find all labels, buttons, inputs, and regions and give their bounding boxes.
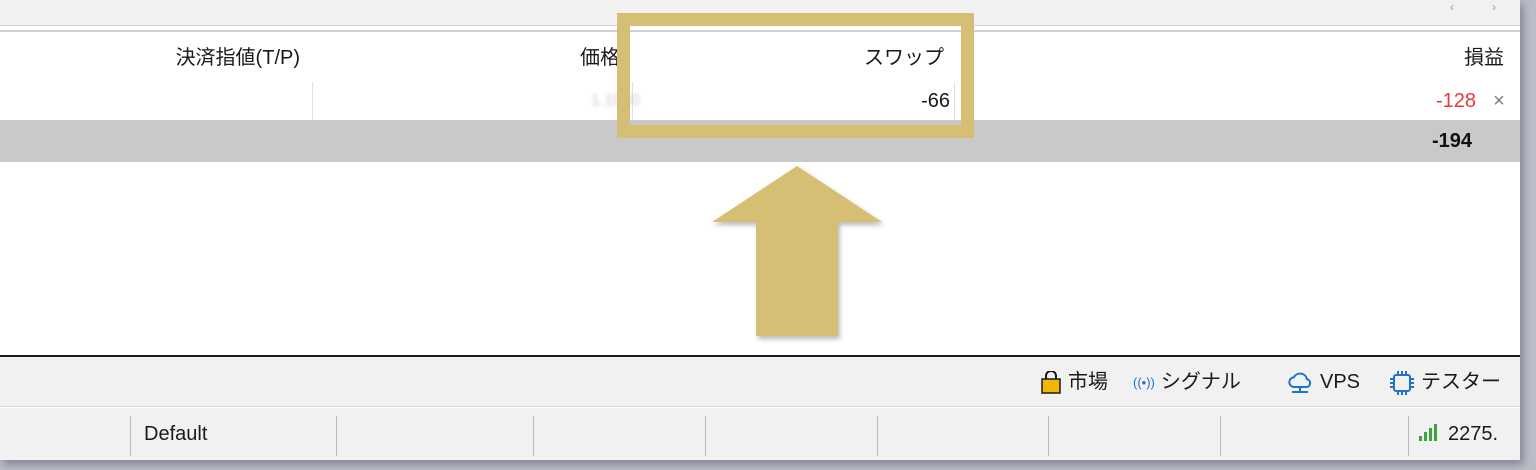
- tester-button[interactable]: テスター: [1389, 357, 1501, 407]
- signal-broadcast-icon: ((•)): [1133, 374, 1155, 390]
- profile-name[interactable]: Default: [144, 408, 207, 460]
- signal-button[interactable]: ((•)) シグナル: [1133, 357, 1241, 407]
- column-header-price[interactable]: 価格: [320, 32, 620, 76]
- bottom-toolbar: 市場 ((•)) シグナル VPS テスター: [0, 357, 1520, 407]
- connection-speed: 2275.: [1448, 423, 1499, 445]
- vps-label: VPS: [1320, 371, 1361, 393]
- signal-bars-icon: [1419, 424, 1437, 441]
- status-separator: [1408, 416, 1409, 456]
- column-header-profit[interactable]: 損益: [960, 32, 1504, 76]
- status-separator: [130, 416, 131, 456]
- connection-status[interactable]: 2275.: [1418, 408, 1498, 460]
- market-button[interactable]: 市場: [1040, 357, 1108, 407]
- terminal-window: ‹ › 決済指値(T/P) 価格 スワップ 損益 1.1000 -66 -128…: [0, 0, 1520, 460]
- status-separator: [1220, 416, 1221, 456]
- status-separator: [877, 416, 878, 456]
- signal-label: シグナル: [1160, 371, 1241, 393]
- cloud-icon: [1288, 372, 1312, 393]
- scroll-left-icon[interactable]: ‹: [1440, 0, 1464, 14]
- status-separator: [1048, 416, 1049, 456]
- swap-highlight-box: [617, 13, 974, 138]
- column-header-take-profit[interactable]: 決済指値(T/P): [0, 32, 300, 76]
- total-profit-cell: -194: [1431, 130, 1472, 152]
- column-divider: [312, 82, 313, 120]
- scroll-right-icon[interactable]: ›: [1482, 0, 1506, 14]
- close-position-icon[interactable]: ×: [1487, 84, 1511, 118]
- market-label: 市場: [1068, 371, 1108, 393]
- chip-icon: [1390, 370, 1414, 395]
- status-separator: [533, 416, 534, 456]
- position-profit-cell: -128: [1435, 90, 1476, 112]
- shopping-bag-icon: [1041, 370, 1061, 394]
- up-arrow-icon: [712, 166, 882, 336]
- status-separator: [705, 416, 706, 456]
- status-separator: [336, 416, 337, 456]
- tester-label: テスター: [1421, 371, 1501, 393]
- status-bar: Default 2275.: [0, 408, 1520, 460]
- vps-button[interactable]: VPS: [1286, 357, 1360, 407]
